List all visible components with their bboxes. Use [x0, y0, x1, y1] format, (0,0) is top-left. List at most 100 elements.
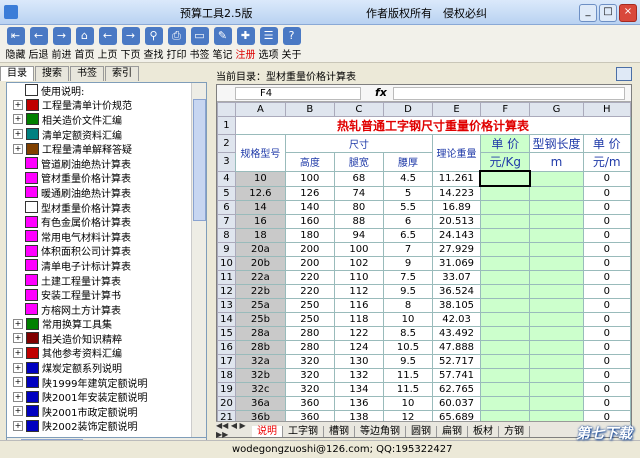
spec-cell[interactable]: 20a	[234, 242, 286, 257]
tree-item[interactable]: 常用电气材料计算表	[7, 229, 206, 244]
column-header[interactable]: C	[333, 102, 384, 117]
row-header[interactable]: 6	[217, 200, 236, 215]
tree-item[interactable]: + 相关造价文件汇编	[7, 112, 206, 127]
unit-price2-cell[interactable]: 0	[582, 256, 631, 271]
leg-width-cell[interactable]: 110	[333, 270, 384, 285]
expand-icon[interactable]: +	[13, 143, 23, 154]
column-header[interactable]: A	[234, 102, 286, 117]
height-cell[interactable]: 200	[284, 242, 335, 257]
height-cell[interactable]: 180	[284, 228, 335, 243]
leg-width-cell[interactable]: 134	[333, 382, 384, 397]
sheet-nav-arrows[interactable]: ◀◀ ◀ ▶ ▶▶	[216, 421, 252, 439]
column-header[interactable]: F	[479, 102, 531, 117]
length-cell[interactable]	[529, 368, 584, 383]
toolbar-button-print[interactable]: ⎙ 打印	[165, 25, 188, 61]
row-header[interactable]: 11	[217, 270, 236, 285]
waist-cell[interactable]: 10	[382, 312, 434, 327]
unit-price-cell[interactable]	[479, 354, 531, 369]
weight-cell[interactable]: 38.105	[432, 298, 481, 313]
expand-icon[interactable]: +	[13, 114, 23, 125]
unit-price2-cell[interactable]: 0	[582, 354, 631, 369]
tree-item[interactable]: + 陕2002装饰定额说明	[7, 419, 206, 433]
tree-item[interactable]: 清单电子计标计算表	[7, 258, 206, 273]
leg-width-cell[interactable]: 130	[333, 354, 384, 369]
tab-2[interactable]: 书签	[70, 66, 104, 81]
unit-price-cell[interactable]	[479, 312, 531, 327]
weight-cell[interactable]: 52.717	[432, 354, 481, 369]
spec-cell[interactable]: 32a	[234, 354, 286, 369]
weight-cell[interactable]: 20.513	[432, 214, 481, 229]
leg-width-cell[interactable]: 124	[333, 340, 384, 355]
column-header[interactable]: B	[284, 102, 335, 117]
row-header[interactable]: 3	[217, 152, 236, 172]
weight-cell[interactable]: 31.069	[432, 256, 481, 271]
spec-cell[interactable]: 36a	[234, 396, 286, 411]
unit-price-cell[interactable]	[479, 298, 531, 313]
weight-cell[interactable]: 43.492	[432, 326, 481, 341]
unit-price-cell[interactable]	[479, 270, 531, 285]
tree-item[interactable]: 安装工程量计算书	[7, 287, 206, 302]
sheet-tab[interactable]: 等边角钢	[355, 426, 406, 437]
waist-cell[interactable]: 4.5	[382, 170, 434, 187]
toolbar-button-back[interactable]: ← 后退	[27, 25, 50, 61]
minimize-button[interactable]: _	[579, 4, 597, 22]
tab-0[interactable]: 目录	[0, 66, 34, 81]
formula-input[interactable]	[393, 87, 625, 100]
tree-item[interactable]: + 其他参考资料汇编	[7, 346, 206, 360]
spec-cell[interactable]: 22a	[234, 270, 286, 285]
tab-1[interactable]: 搜索	[35, 66, 69, 81]
weight-cell[interactable]: 57.741	[432, 368, 481, 383]
weight-cell[interactable]: 27.929	[432, 242, 481, 257]
waist-cell[interactable]: 7.5	[382, 270, 434, 285]
toolbar-button-note[interactable]: ✎ 笔记	[211, 25, 234, 61]
close-button[interactable]: ×	[619, 4, 637, 22]
row-header[interactable]: 12	[217, 284, 236, 299]
tree-item[interactable]: 有色金属价格计算表	[7, 214, 206, 229]
spec-cell[interactable]: 28a	[234, 326, 286, 341]
waist-cell[interactable]: 5.5	[382, 200, 434, 215]
height-cell[interactable]: 126	[284, 185, 335, 201]
toolbar-button-prev-page[interactable]: ← 上页	[96, 25, 119, 61]
height-cell[interactable]: 220	[284, 270, 335, 285]
spec-cell[interactable]: 14	[234, 200, 286, 215]
leg-width-cell[interactable]: 136	[333, 396, 384, 411]
waist-cell[interactable]: 5	[382, 185, 434, 201]
spec-cell[interactable]: 16	[234, 214, 286, 229]
spec-cell[interactable]: 18	[234, 228, 286, 243]
row-header[interactable]: 7	[217, 214, 236, 229]
spec-cell[interactable]: 32b	[234, 368, 286, 383]
column-header[interactable]: G	[529, 102, 584, 117]
length-cell[interactable]	[529, 312, 584, 327]
toolbar-button-hide[interactable]: ⇤ 隐藏	[4, 25, 27, 61]
unit-price2-cell[interactable]: 0	[582, 185, 631, 201]
height-cell[interactable]: 140	[284, 200, 335, 215]
length-cell[interactable]	[529, 396, 584, 411]
expand-icon[interactable]: +	[13, 318, 23, 329]
length-cell[interactable]	[529, 284, 584, 299]
toolbar-button-options[interactable]: ☰ 选项	[257, 25, 280, 61]
unit-price2-cell[interactable]: 0	[582, 340, 631, 355]
unit-price-cell[interactable]	[479, 340, 531, 355]
spec-cell[interactable]: 10	[234, 170, 286, 187]
unit-price2-cell[interactable]: 0	[582, 298, 631, 313]
leg-width-cell[interactable]: 112	[333, 284, 384, 299]
height-cell[interactable]: 160	[284, 214, 335, 229]
tree-item[interactable]: 管道刷油绝热计算表	[7, 156, 206, 171]
waist-cell[interactable]: 11.5	[382, 382, 434, 397]
height-cell[interactable]: 320	[284, 368, 335, 383]
weight-cell[interactable]: 62.765	[432, 382, 481, 397]
weight-cell[interactable]: 60.037	[432, 396, 481, 411]
length-cell[interactable]	[529, 326, 584, 341]
tree-item[interactable]: 使用说明:	[7, 83, 206, 98]
length-cell[interactable]	[529, 298, 584, 313]
height-cell[interactable]: 320	[284, 382, 335, 397]
tree-item[interactable]: 暖通刷油绝热计算表	[7, 185, 206, 200]
tree-item[interactable]: 管材重量价格计算表	[7, 171, 206, 185]
weight-cell[interactable]: 11.261	[432, 170, 481, 187]
expand-icon[interactable]: +	[13, 406, 23, 417]
height-cell[interactable]: 360	[284, 396, 335, 411]
tree-item[interactable]: + 煤炭定额系列说明	[7, 360, 206, 375]
height-cell[interactable]: 250	[284, 312, 335, 327]
unit-price-cell[interactable]	[479, 326, 531, 341]
toolbar-button-home[interactable]: ⌂ 首页	[73, 25, 96, 61]
